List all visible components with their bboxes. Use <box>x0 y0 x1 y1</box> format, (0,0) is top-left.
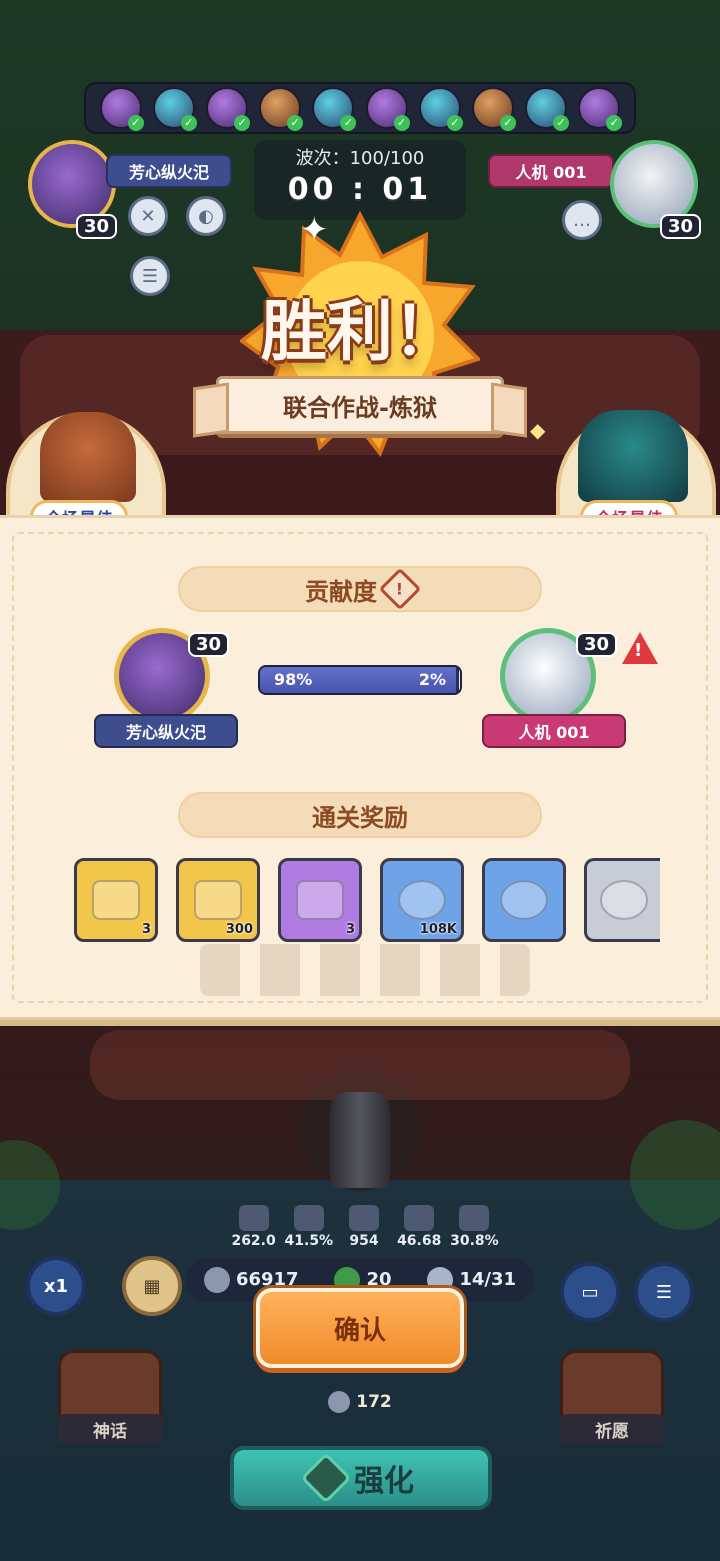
hero-slot: ✓ <box>152 87 197 131</box>
sparkle-icon: ✦ <box>300 210 329 250</box>
confirm-button[interactable]: 确认 <box>256 1288 464 1368</box>
stat-value: 41.5% <box>284 1233 334 1249</box>
key-icon <box>194 880 242 920</box>
cannon <box>330 1092 390 1188</box>
menu-button[interactable]: ☰ <box>634 1262 694 1322</box>
silver-coin-icon <box>203 1267 230 1293</box>
gold-coin-icon <box>398 880 446 920</box>
reward-key[interactable]: 300 <box>176 858 260 942</box>
rewards-header: 通关奖励 <box>178 792 542 838</box>
reward-purple-chest[interactable]: 3 <box>278 858 362 942</box>
upgrade-arrow-icon <box>300 1452 352 1504</box>
speed-button[interactable]: x1 <box>26 1256 86 1316</box>
check-icon: ✓ <box>180 115 197 131</box>
hero-slot: ✓ <box>578 87 623 131</box>
purple-chest-icon <box>296 880 344 920</box>
chat-button[interactable]: ▭ <box>560 1262 620 1322</box>
check-icon: ✓ <box>446 115 463 131</box>
player-level-badge: 30 <box>76 214 118 239</box>
check-icon: ✓ <box>499 115 516 131</box>
stat-icon <box>349 1205 379 1231</box>
myth-label: 神话 <box>58 1414 162 1444</box>
contribution-bar: 98% 2% <box>258 665 462 695</box>
reward-blue-orb[interactable] <box>482 858 566 942</box>
warning-mark: ! <box>634 640 643 661</box>
stat-icon <box>238 1205 269 1231</box>
upgrade-button[interactable]: 强化 <box>230 1446 492 1510</box>
stat-icon <box>459 1205 490 1231</box>
check-icon: ✓ <box>287 115 304 131</box>
hero-roster-bar: ✓ ✓ ✓ ✓ ✓ ✓ ✓ ✓ ✓ ✓ <box>84 82 636 134</box>
gold-chest-icon <box>92 880 140 920</box>
upgrade-cost: 172 <box>300 1388 420 1416</box>
stat-icon <box>404 1205 435 1231</box>
reward-quantity: 3 <box>345 922 355 937</box>
hero-slot: ✓ <box>99 87 144 131</box>
stat-value: 30.8% <box>450 1233 499 1249</box>
speaker-off-icon[interactable]: ◐ <box>186 196 226 236</box>
bear-hero-portrait <box>40 412 136 502</box>
stat-item: 30.8% <box>447 1205 502 1255</box>
mic-off-icon[interactable]: ✕ <box>128 196 168 236</box>
stats-row: 262.0 41.5% 954 46.68 30.8% <box>226 1205 502 1255</box>
wave-counter: 波次：100/100 <box>295 148 425 169</box>
player-contribution-name: 芳心纵火汜 <box>94 714 238 748</box>
stat-item: 954 <box>336 1205 391 1255</box>
check-icon: ✓ <box>127 115 144 131</box>
stat-item: 262.0 <box>226 1205 281 1255</box>
victory-title: 胜利！ <box>261 293 459 370</box>
silver-emblem-icon <box>599 880 648 920</box>
reward-quantity: 108K <box>419 922 457 937</box>
opponent-contribution-pct: 2% <box>418 670 446 689</box>
stat-value: 954 <box>349 1233 379 1249</box>
wish-label: 祈愿 <box>560 1414 664 1444</box>
opponent-contribution-fill <box>458 667 460 693</box>
hero-silhouettes <box>200 944 530 996</box>
stat-item: 41.5% <box>281 1205 336 1255</box>
reward-silver-emblem[interactable] <box>584 858 660 942</box>
reward-quantity: 3 <box>141 922 151 937</box>
sparkle-icon: ◆ <box>530 418 546 442</box>
rewards-title: 通关奖励 <box>312 803 408 832</box>
reward-quantity: 300 <box>225 922 253 937</box>
opponent-contribution-level: 30 <box>576 632 618 657</box>
stat-item: 46.68 <box>392 1205 447 1255</box>
check-icon: ✓ <box>340 115 357 131</box>
opponent-level-badge: 30 <box>660 214 702 239</box>
player-contribution-pct: 98% <box>274 670 313 689</box>
player-contribution-level: 30 <box>188 632 230 657</box>
opponent-contribution-name: 人机 001 <box>482 714 626 748</box>
match-timer: 00 : 01 <box>287 172 433 207</box>
contribution-title: 贡献度 <box>305 577 377 606</box>
stat-value: 46.68 <box>397 1233 442 1249</box>
check-icon: ✓ <box>606 115 623 131</box>
stat-icon <box>293 1205 324 1231</box>
hero-slot: ✓ <box>259 87 304 131</box>
chat-icon[interactable]: … <box>562 200 602 240</box>
hero-slot: ✓ <box>471 87 516 131</box>
check-icon: ✓ <box>553 115 570 131</box>
info-diamond-icon[interactable]: ! <box>378 567 422 611</box>
grid-toggle-button[interactable]: ▦ <box>122 1256 182 1316</box>
reward-gold-coin[interactable]: 108K <box>380 858 464 942</box>
contribution-header: 贡献度 ! <box>178 566 542 612</box>
check-icon: ✓ <box>233 115 250 131</box>
upgrade-label: 强化 <box>354 1464 414 1499</box>
hero-slot: ✓ <box>312 87 357 131</box>
reward-gold-chest[interactable]: 3 <box>74 858 158 942</box>
check-icon: ✓ <box>393 115 410 131</box>
mode-ribbon: 联合作战-炼狱 <box>216 376 504 434</box>
hero-slot: ✓ <box>205 87 250 131</box>
silver-coin-icon <box>328 1391 351 1413</box>
mode-name: 联合作战-炼狱 <box>283 393 437 422</box>
hero-slot: ✓ <box>365 87 410 131</box>
hero-slot: ✓ <box>525 87 570 131</box>
dragon-hero-portrait <box>578 410 688 502</box>
stat-value: 262.0 <box>231 1233 276 1249</box>
blue-orb-icon <box>500 880 548 920</box>
hero-slot: ✓ <box>418 87 463 131</box>
